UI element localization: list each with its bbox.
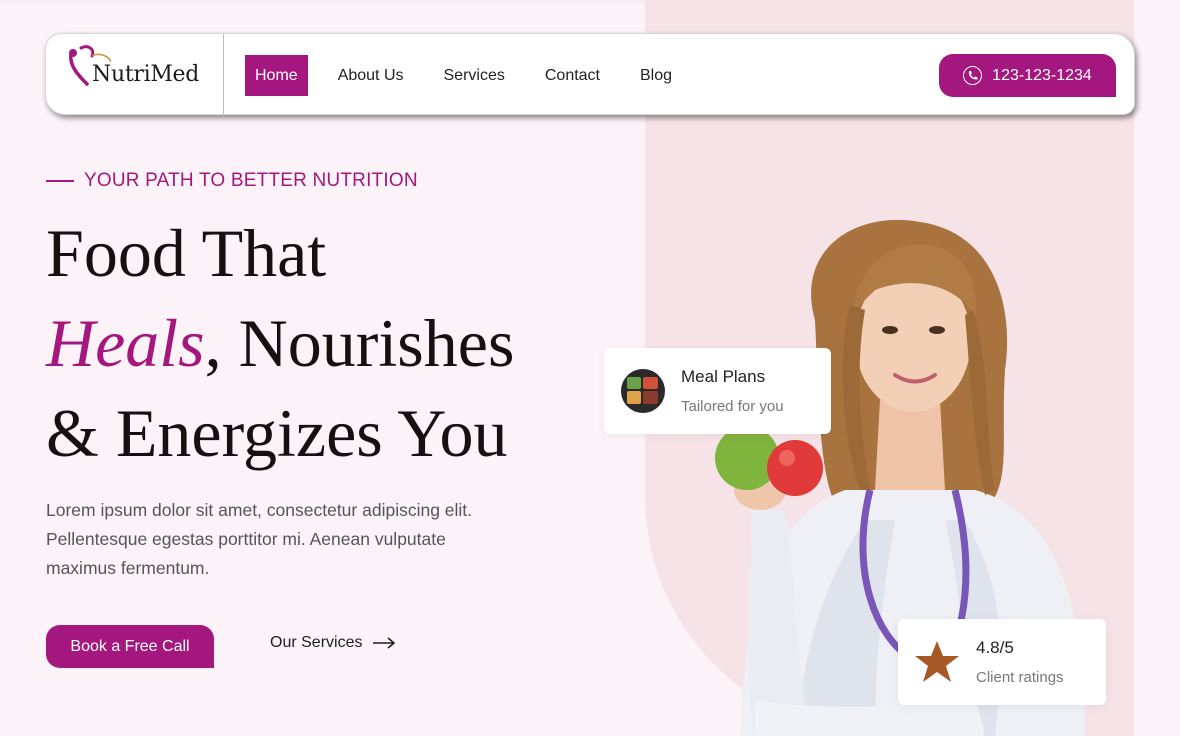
nav-home[interactable]: Home: [245, 55, 308, 96]
nav-services[interactable]: Services: [434, 55, 515, 96]
our-services-label: Our Services: [270, 634, 363, 651]
eyebrow-text: YOUR PATH TO BETTER NUTRITION: [84, 170, 418, 191]
logo-text: NutriMed: [92, 62, 200, 87]
star-icon: [915, 641, 959, 682]
phone-icon: [963, 66, 983, 85]
rating-value: 4.8/5: [976, 638, 1014, 657]
rating-label: Client ratings: [976, 669, 1064, 686]
headline-line-2: , Nourishes: [204, 305, 515, 381]
nav-contact[interactable]: Contact: [535, 55, 610, 96]
meal-plan-thumbnail: [621, 369, 665, 413]
headline-line-1: Food That: [46, 215, 327, 291]
meal-plans-card: Meal Plans Tailored for you: [604, 348, 831, 434]
hero-headline: Food That Heals, Nourishes & Energizes Y…: [46, 208, 514, 478]
hero-eyebrow: YOUR PATH TO BETTER NUTRITION: [46, 170, 418, 192]
main-nav: Home About Us Services Contact Blog: [245, 55, 702, 96]
headline-line-3: & Energizes You: [46, 395, 508, 471]
site-header: NutriMed Home About Us Services Contact …: [45, 33, 1135, 116]
meal-plans-title: Meal Plans: [681, 367, 766, 386]
book-free-call-button[interactable]: Book a Free Call: [46, 625, 214, 668]
hero-description: Lorem ipsum dolor sit amet, consectetur …: [46, 500, 473, 578]
nav-about-us[interactable]: About Us: [328, 55, 414, 96]
rating-card: 4.8/5 Client ratings: [898, 619, 1106, 705]
page-edge: [1134, 0, 1180, 736]
arrow-right-icon: [373, 637, 396, 649]
nav-blog[interactable]: Blog: [630, 55, 682, 96]
our-services-link[interactable]: Our Services: [270, 634, 396, 652]
phone-number: 123-123-1234: [992, 66, 1092, 84]
headline-accent: Heals: [46, 305, 205, 381]
meal-plans-subtitle: Tailored for you: [681, 398, 784, 415]
logo[interactable]: NutriMed: [46, 34, 224, 116]
eyebrow-divider: [46, 180, 74, 182]
phone-button[interactable]: 123-123-1234: [939, 54, 1116, 97]
